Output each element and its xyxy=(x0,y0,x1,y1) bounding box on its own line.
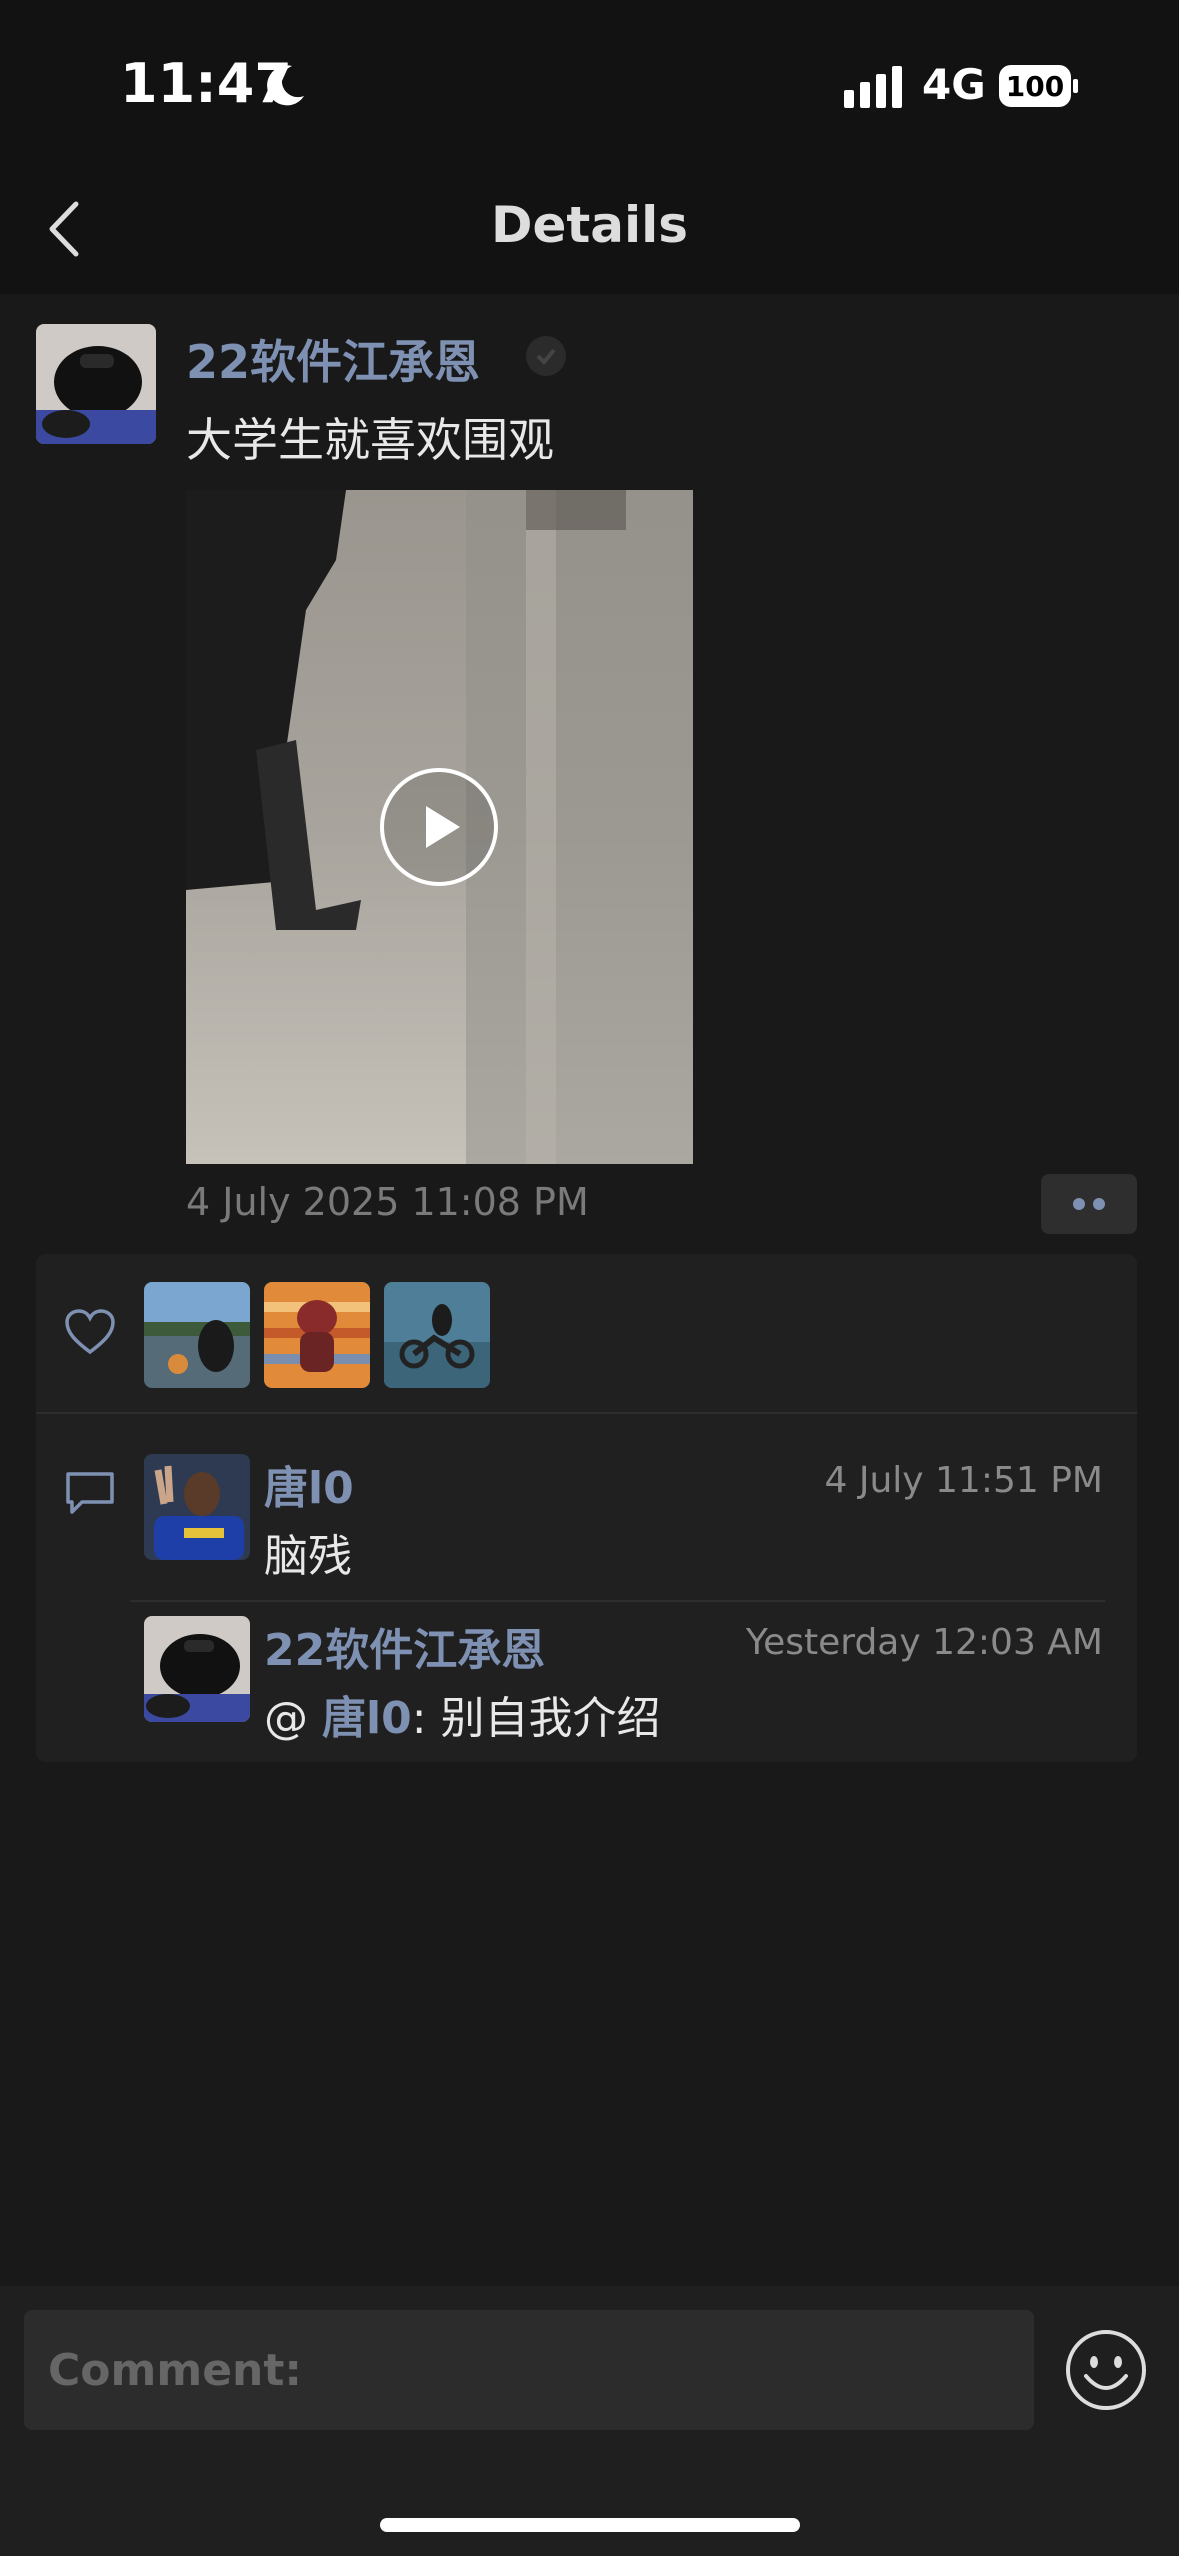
comment-timestamp: Yesterday 12:03 AM xyxy=(745,1622,1103,1663)
emoji-button[interactable] xyxy=(1064,2328,1148,2412)
comment-author-avatar[interactable] xyxy=(144,1616,250,1722)
play-button[interactable] xyxy=(378,766,500,888)
lake-campfire-avatar xyxy=(144,1282,250,1388)
post-text: 大学生就喜欢围观 xyxy=(186,413,554,467)
divider xyxy=(130,1600,1105,1602)
comment-author-name[interactable]: 22软件江承恩 xyxy=(264,1614,545,1678)
comment-input[interactable] xyxy=(24,2310,1034,2430)
signal-icon xyxy=(844,66,902,108)
comment-text: @ 唐l0: 别自我介绍 xyxy=(264,1682,661,1746)
page-title: Details xyxy=(490,196,689,254)
battery-level: 100 xyxy=(1006,70,1064,103)
more-dots-icon xyxy=(1073,1198,1105,1210)
comment-body: : 别自我介绍 xyxy=(411,1693,661,1744)
like-avatar[interactable] xyxy=(264,1282,370,1388)
more-actions-button[interactable] xyxy=(1041,1174,1137,1234)
moon-icon xyxy=(267,65,304,106)
divider xyxy=(36,1412,1137,1414)
battery-icon: 100 xyxy=(999,65,1078,107)
comment-author-name[interactable]: 唐l0 xyxy=(264,1452,354,1516)
heart-icon xyxy=(65,1309,115,1355)
like-avatar[interactable] xyxy=(144,1282,250,1388)
comment-author-avatar[interactable] xyxy=(144,1454,250,1560)
comment-bubble-icon xyxy=(66,1472,114,1514)
verified-icon xyxy=(526,336,566,376)
post-timestamp: 4 July 2025 11:08 PM xyxy=(186,1180,589,1224)
like-avatar[interactable] xyxy=(384,1282,490,1388)
home-indicator[interactable] xyxy=(380,2518,800,2532)
comment-text: 脑残 xyxy=(264,1531,352,1582)
motorbike-avatar xyxy=(384,1282,490,1388)
post-author-avatar[interactable] xyxy=(36,324,156,444)
network-label: 4G xyxy=(922,60,986,109)
mention-link[interactable]: 唐l0 xyxy=(322,1693,412,1744)
comment-timestamp: 4 July 11:51 PM xyxy=(824,1460,1104,1501)
post-author-name[interactable]: 22软件江承恩 xyxy=(186,326,480,392)
mention-prefix: @ xyxy=(264,1693,322,1744)
bear-avatar xyxy=(264,1282,370,1388)
